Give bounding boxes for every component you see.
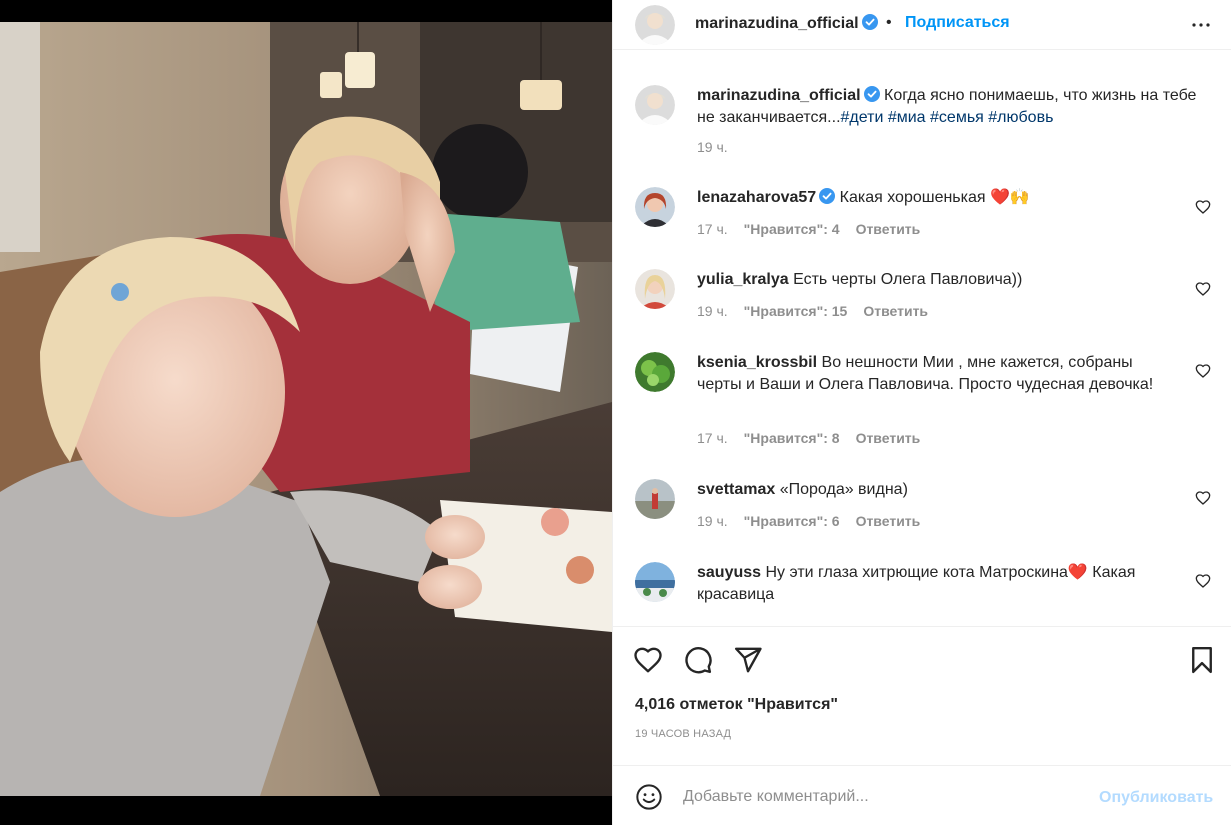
comment-meta: 19 ч. "Нравится": 6 Ответить — [697, 513, 936, 529]
heart-icon[interactable] — [1195, 363, 1211, 379]
comment-username[interactable]: yulia_kralya — [697, 271, 789, 288]
verified-badge-icon — [861, 14, 878, 30]
comment-meta: 17 ч. "Нравится": 4 Ответить — [697, 221, 936, 237]
author-username[interactable]: marinazudina_official — [695, 14, 878, 33]
heart-icon[interactable] — [633, 645, 663, 675]
hashtag-link[interactable]: #дети — [841, 109, 884, 126]
comment-text: sauyuss Ну эти глаза хитрющие кота Матро… — [697, 562, 1177, 606]
comment-likes[interactable]: "Нравится": 6 — [744, 513, 840, 529]
comment-text: ksenia_krossbil Во нешности Мии , мне ка… — [697, 352, 1167, 396]
heart-icon[interactable] — [1195, 199, 1211, 215]
caption-age[interactable]: 19 ч. — [697, 139, 728, 155]
comment-input[interactable] — [683, 784, 1083, 810]
publish-button[interactable]: Опубликовать — [1099, 789, 1213, 807]
heart-icon[interactable] — [1195, 573, 1211, 589]
hashtag-link[interactable]: #миа — [888, 109, 926, 126]
comment-body: Ну эти глаза хитрющие кота Матроскина❤️ … — [697, 564, 1136, 603]
heart-icon[interactable] — [1195, 281, 1211, 297]
caption: marinazudina_official Когда ясно понимае… — [635, 85, 1225, 160]
comment-composer: Опубликовать — [613, 765, 1231, 825]
bookmark-icon[interactable] — [1187, 645, 1217, 675]
caption-text: marinazudina_official Когда ясно понимае… — [697, 85, 1207, 129]
comment-username[interactable]: lenazaharova57 — [697, 189, 816, 206]
reply-button[interactable]: Ответить — [863, 303, 928, 319]
header-separator: • — [886, 14, 892, 31]
hashtag-link[interactable]: #любовь — [988, 109, 1053, 126]
comment-item: sauyuss Ну эти глаза хитрющие кота Матро… — [635, 562, 1225, 622]
heart-icon[interactable] — [1195, 490, 1211, 506]
post-actions: 4,016 отметок "Нравится" 19 ЧАСОВ НАЗАД — [613, 626, 1231, 766]
comment-bubble-icon[interactable] — [683, 645, 713, 675]
commenter-avatar[interactable] — [635, 562, 675, 602]
comment-username[interactable]: ksenia_krossbil — [697, 354, 817, 371]
comment-meta: 17 ч. "Нравится": 8 Ответить — [697, 430, 936, 446]
smiley-icon[interactable] — [635, 783, 663, 811]
more-horizontal-icon[interactable] — [1189, 13, 1213, 37]
author-username-text[interactable]: marinazudina_official — [695, 15, 859, 32]
comment-body: «Порода» видна) — [779, 481, 908, 498]
paper-plane-icon[interactable] — [733, 645, 763, 675]
comment-text: yulia_kralya Есть черты Олега Павловича)… — [697, 269, 1177, 291]
comment-body: Есть черты Олега Павловича)) — [793, 271, 1023, 288]
comment-item: ksenia_krossbil Во нешности Мии , мне ка… — [635, 352, 1225, 452]
post-sidebar: marinazudina_official • Подписаться mari… — [612, 0, 1231, 825]
comment-age[interactable]: 19 ч. — [697, 513, 728, 529]
commenter-avatar[interactable] — [635, 187, 675, 227]
comment-likes[interactable]: "Нравится": 4 — [744, 221, 840, 237]
comment-username[interactable]: svettamax — [697, 481, 775, 498]
follow-button[interactable]: Подписаться — [905, 14, 1010, 32]
reply-button[interactable]: Ответить — [856, 221, 921, 237]
comment-item: svettamax «Порода» видна) 19 ч. "Нравится… — [635, 479, 1225, 539]
post-photo[interactable] — [0, 22, 612, 796]
commenter-avatar[interactable] — [635, 479, 675, 519]
comment-likes[interactable]: "Нравится": 15 — [744, 303, 848, 319]
comment-age[interactable]: 17 ч. — [697, 430, 728, 446]
commenter-avatar[interactable] — [635, 352, 675, 392]
author-avatar[interactable] — [635, 5, 675, 45]
commenter-avatar[interactable] — [635, 269, 675, 309]
caption-meta: 19 ч. — [697, 139, 744, 155]
reply-button[interactable]: Ответить — [856, 513, 921, 529]
comment-username[interactable]: sauyuss — [697, 564, 761, 581]
post-timestamp[interactable]: 19 ЧАСОВ НАЗАД — [635, 728, 731, 740]
comment-likes[interactable]: "Нравится": 8 — [744, 430, 840, 446]
author-avatar[interactable] — [635, 85, 675, 125]
comment-text: lenazaharova57 Какая хорошенькая ❤️🙌 — [697, 187, 1177, 209]
comment-item: yulia_kralya Есть черты Олега Павловича)… — [635, 269, 1225, 329]
verified-badge-icon — [819, 188, 836, 204]
comment-item: lenazaharova57 Какая хорошенькая ❤️🙌 17 … — [635, 187, 1225, 247]
hashtag-link[interactable]: #семья — [930, 109, 984, 126]
post-media — [0, 0, 612, 825]
comments-list: marinazudina_official Когда ясно понимае… — [613, 65, 1231, 625]
instagram-post-modal: marinazudina_official • Подписаться mari… — [0, 0, 1231, 825]
verified-badge-icon — [863, 86, 880, 102]
reply-button[interactable]: Ответить — [856, 430, 921, 446]
post-header: marinazudina_official • Подписаться — [613, 0, 1231, 50]
comment-meta: 19 ч. "Нравится": 15 Ответить — [697, 303, 944, 319]
likes-count[interactable]: 4,016 отметок "Нравится" — [635, 696, 838, 714]
comment-age[interactable]: 17 ч. — [697, 221, 728, 237]
comment-body: Какая хорошенькая ❤️🙌 — [839, 189, 1030, 206]
comment-text: svettamax «Порода» видна) — [697, 479, 1177, 501]
comment-age[interactable]: 19 ч. — [697, 303, 728, 319]
caption-username[interactable]: marinazudina_official — [697, 87, 861, 104]
